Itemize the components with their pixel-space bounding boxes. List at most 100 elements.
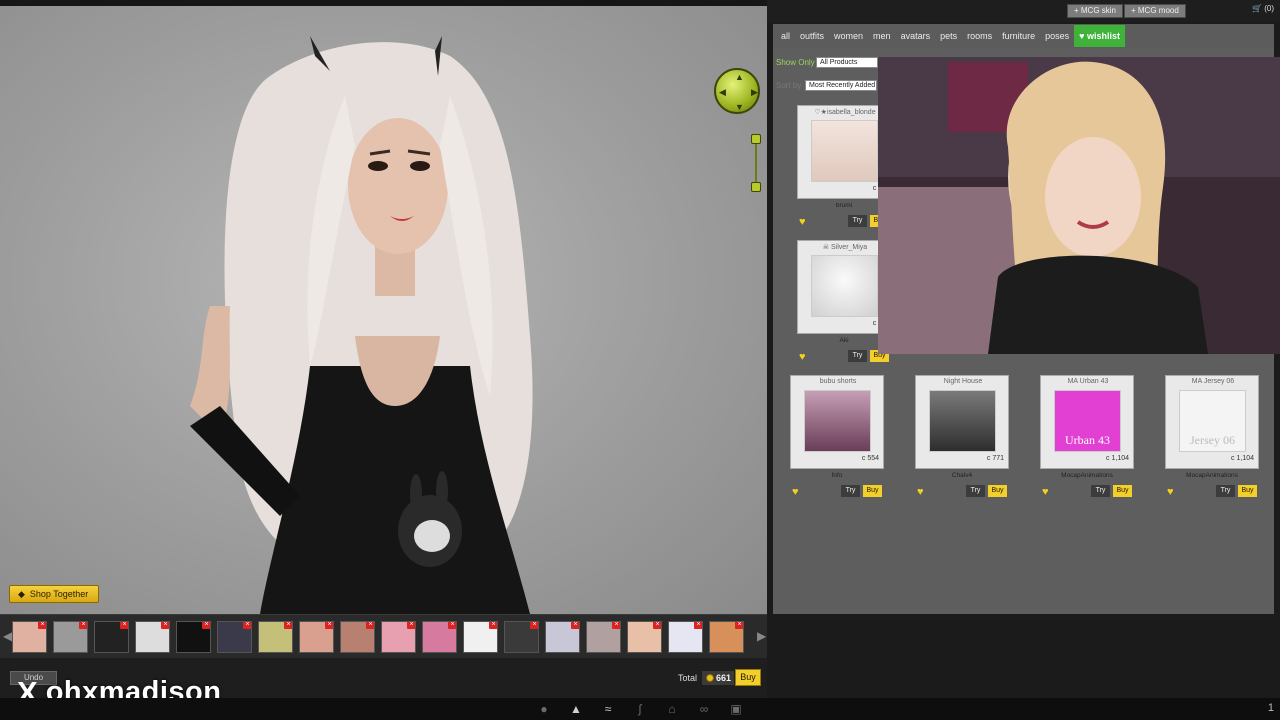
shopping-cart[interactable]: 🛒 (0) [1252, 4, 1274, 13]
worn-item-thumb[interactable]: × [381, 621, 416, 653]
product-card[interactable]: Night House c 771 Chalv4 ♥ Try Buy [915, 375, 1009, 500]
remove-icon[interactable]: × [161, 622, 169, 629]
tab-wishlist[interactable]: ♥ wishlist [1074, 25, 1126, 47]
remove-icon[interactable]: × [366, 622, 374, 629]
try-button[interactable]: Try [848, 215, 867, 227]
shop-together-button[interactable]: ◆ Shop Together [9, 585, 100, 603]
worn-item-thumb[interactable]: × [176, 621, 211, 653]
remove-icon[interactable]: × [79, 622, 87, 629]
arrow-right-icon[interactable]: ▶ [751, 87, 758, 98]
worn-item-thumb[interactable]: × [668, 621, 703, 653]
chat-icon[interactable]: ● [537, 702, 551, 716]
sort-select[interactable]: Most Recently Added [805, 80, 877, 91]
pose-icon[interactable]: ∫ [633, 702, 647, 716]
mcg-mood-button[interactable]: + MCG mood [1124, 4, 1186, 18]
wishlist-heart-icon[interactable]: ♥ [792, 486, 799, 498]
product-card[interactable]: ♡★isabella_blonde c 7? brumi ♥ Try Buy [797, 105, 891, 230]
worn-item-thumb[interactable]: × [545, 621, 580, 653]
tab-rooms[interactable]: rooms [962, 25, 997, 47]
avatar-viewport[interactable]: ▲ ▼ ◀ ▶ ◆ Shop Together [0, 6, 767, 614]
tab-women[interactable]: women [829, 25, 868, 47]
zoom-out-knob[interactable] [751, 182, 761, 192]
remove-icon[interactable]: × [325, 622, 333, 629]
home-icon[interactable]: ⌂ [665, 702, 679, 716]
product-creator[interactable]: Aki [797, 337, 891, 344]
cart-buy-button[interactable]: Buy [735, 669, 761, 686]
worn-item-thumb[interactable]: × [217, 621, 252, 653]
tab-men[interactable]: men [868, 25, 896, 47]
product-creator[interactable]: MocapAnimations [1165, 472, 1259, 479]
tab-outfits[interactable]: outfits [795, 25, 829, 47]
mcg-skin-button[interactable]: + MCG skin [1067, 4, 1124, 18]
arrow-left-icon[interactable]: ◀ [719, 87, 726, 98]
product-creator[interactable]: fofo [790, 472, 884, 479]
zoom-in-knob[interactable] [751, 134, 761, 144]
link-icon[interactable]: ∞ [697, 702, 711, 716]
worn-item-thumb[interactable]: × [12, 621, 47, 653]
tab-avatars[interactable]: avatars [896, 25, 936, 47]
strip-right-arrow-icon[interactable]: ▶ [757, 629, 766, 643]
product-creator[interactable]: MocapAnimations [1040, 472, 1134, 479]
hanger-icon[interactable]: ≈ [601, 702, 615, 716]
worn-item-thumb[interactable]: × [463, 621, 498, 653]
remove-icon[interactable]: × [407, 622, 415, 629]
product-creator[interactable]: brumi [797, 202, 891, 209]
wishlist-heart-icon[interactable]: ♥ [1042, 486, 1049, 498]
product-card[interactable]: bubu shorts c 554 fofo ♥ Try Buy [790, 375, 884, 500]
wishlist-heart-icon[interactable]: ♥ [799, 351, 806, 363]
remove-icon[interactable]: × [489, 622, 497, 629]
notification-count[interactable]: 1 [1268, 702, 1274, 714]
worn-item-thumb[interactable]: × [504, 621, 539, 653]
worn-item-thumb[interactable]: × [94, 621, 129, 653]
wishlist-heart-icon[interactable]: ♥ [1167, 486, 1174, 498]
worn-item-thumb[interactable]: × [299, 621, 334, 653]
remove-icon[interactable]: × [120, 622, 128, 629]
worn-item-thumb[interactable]: × [586, 621, 621, 653]
worn-item-thumb[interactable]: × [135, 621, 170, 653]
tab-furniture[interactable]: furniture [997, 25, 1040, 47]
try-button[interactable]: Try [1216, 485, 1235, 497]
tab-poses[interactable]: poses [1040, 25, 1074, 47]
try-button[interactable]: Try [966, 485, 985, 497]
remove-icon[interactable]: × [448, 622, 456, 629]
product-card[interactable]: MA Urban 43 Urban 43 c 1,104 MocapAnimat… [1040, 375, 1134, 500]
remove-icon[interactable]: × [243, 622, 251, 629]
product-card[interactable]: ☠ Silver_Miya c 65 Aki ♥ Try Buy [797, 240, 891, 365]
camera-navigation-joystick[interactable]: ▲ ▼ ◀ ▶ [714, 68, 760, 114]
worn-item-thumb[interactable]: × [53, 621, 88, 653]
try-button[interactable]: Try [841, 485, 860, 497]
arrow-up-icon[interactable]: ▲ [735, 72, 744, 82]
try-button[interactable]: Try [848, 350, 867, 362]
worn-item-thumb[interactable]: × [340, 621, 375, 653]
remove-icon[interactable]: × [612, 622, 620, 629]
worn-item-thumb[interactable]: × [627, 621, 662, 653]
worn-item-thumb[interactable]: × [258, 621, 293, 653]
remove-icon[interactable]: × [202, 622, 210, 629]
tab-all[interactable]: all [776, 25, 795, 47]
camera-icon[interactable]: ▣ [729, 702, 743, 716]
buy-button[interactable]: Buy [988, 485, 1007, 497]
worn-item-thumb[interactable]: × [709, 621, 744, 653]
remove-icon[interactable]: × [735, 622, 743, 629]
remove-icon[interactable]: × [38, 622, 46, 629]
wishlist-heart-icon[interactable]: ♥ [917, 486, 924, 498]
remove-icon[interactable]: × [694, 622, 702, 629]
buy-button[interactable]: Buy [1113, 485, 1132, 497]
arrow-down-icon[interactable]: ▼ [735, 102, 744, 112]
worn-item-thumb[interactable]: × [422, 621, 457, 653]
product-creator[interactable]: Chalv4 [915, 472, 1009, 479]
try-button[interactable]: Try [1091, 485, 1110, 497]
tab-pets[interactable]: pets [935, 25, 962, 47]
wishlist-heart-icon[interactable]: ♥ [799, 216, 806, 228]
remove-icon[interactable]: × [530, 622, 538, 629]
remove-icon[interactable]: × [284, 622, 292, 629]
strip-left-arrow-icon[interactable]: ◀ [3, 629, 12, 643]
buy-button[interactable]: Buy [863, 485, 882, 497]
show-only-select[interactable]: All Products [816, 57, 878, 68]
remove-icon[interactable]: × [653, 622, 661, 629]
product-card[interactable]: MA Jersey 06 Jersey 06 c 1,104 MocapAnim… [1165, 375, 1259, 500]
shirt-icon[interactable]: ▲ [569, 702, 583, 716]
buy-button[interactable]: Buy [1238, 485, 1257, 497]
remove-icon[interactable]: × [571, 622, 579, 629]
camera-zoom-slider[interactable] [751, 134, 761, 194]
